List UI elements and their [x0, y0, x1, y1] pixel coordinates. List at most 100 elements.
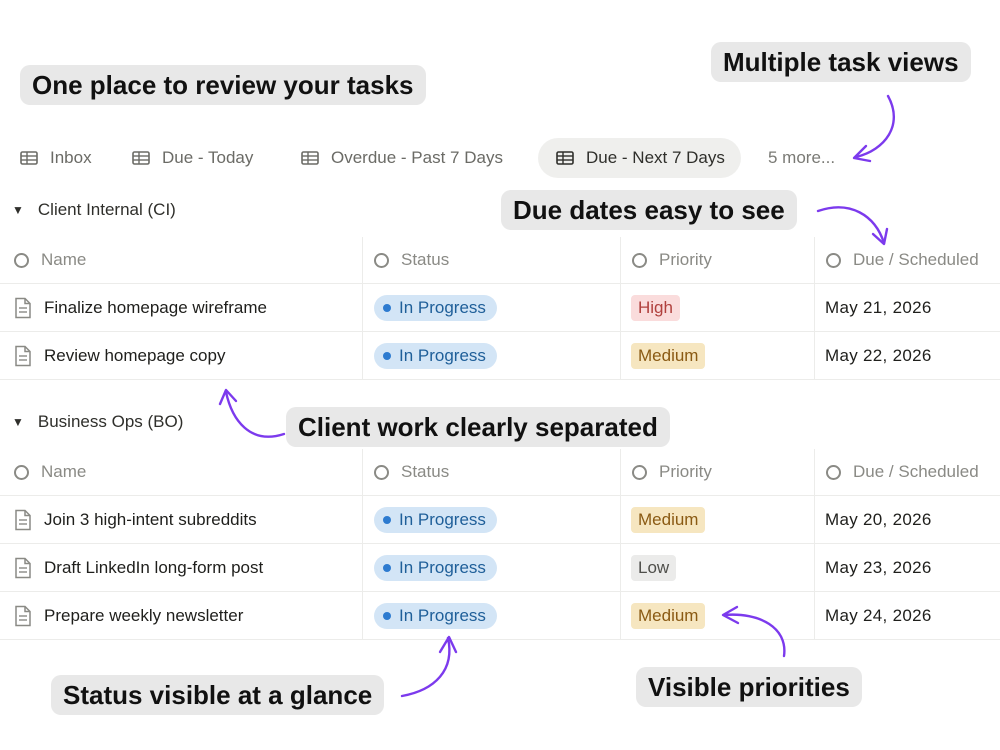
- status-cell[interactable]: In Progress: [362, 592, 621, 639]
- task-name: Prepare weekly newsletter: [44, 605, 244, 625]
- callout-due-dates: Due dates easy to see: [501, 190, 797, 230]
- due-date: May 23, 2026: [825, 557, 932, 577]
- arrow-client-head: [218, 388, 238, 406]
- column-label: Priority: [659, 250, 712, 269]
- status-label: In Progress: [399, 297, 486, 317]
- property-circle-icon: [632, 464, 647, 480]
- priority-cell[interactable]: High: [620, 284, 815, 331]
- column-header-priority[interactable]: Priority: [620, 237, 815, 283]
- status-dot-icon: [383, 303, 391, 312]
- column-label: Priority: [659, 462, 712, 481]
- tab-overdue[interactable]: Overdue - Past 7 Days: [301, 138, 503, 178]
- tab-label: Overdue - Past 7 Days: [331, 148, 503, 167]
- priority-badge: Medium: [631, 602, 706, 629]
- tab-label: Due - Next 7 Days: [586, 148, 725, 167]
- task-name-cell[interactable]: Review homepage copy: [0, 332, 363, 379]
- status-badge: In Progress: [374, 554, 497, 581]
- tab-inbox[interactable]: Inbox: [20, 138, 92, 178]
- due-cell[interactable]: May 23, 2026: [814, 544, 1000, 591]
- status-dot-icon: [383, 563, 391, 572]
- priority-cell[interactable]: Medium: [620, 332, 815, 379]
- column-header-due[interactable]: Due / Scheduled: [814, 449, 1000, 495]
- status-cell[interactable]: In Progress: [362, 496, 621, 543]
- priority-badge: Low: [631, 554, 677, 581]
- table-icon: [556, 151, 574, 165]
- page-icon: [14, 605, 32, 627]
- table-icon: [20, 151, 38, 165]
- status-badge: In Progress: [374, 342, 497, 369]
- callout-priorities: Visible priorities: [636, 667, 862, 707]
- table-header-row: Name Status Priority Due / Scheduled: [0, 449, 1000, 496]
- due-date: May 20, 2026: [825, 509, 932, 529]
- group-header-client-internal[interactable]: ▼ Client Internal (CI): [12, 200, 176, 220]
- page-icon: [14, 297, 32, 319]
- table-row[interactable]: Prepare weekly newsletter In Progress Me…: [0, 592, 1000, 640]
- tab-label: Inbox: [50, 148, 92, 167]
- priority-badge: High: [631, 294, 680, 321]
- task-name: Draft LinkedIn long-form post: [44, 557, 264, 577]
- task-name-cell[interactable]: Join 3 high-intent subreddits: [0, 496, 363, 543]
- property-circle-icon: [632, 252, 647, 268]
- table-row[interactable]: Finalize homepage wireframe In Progress …: [0, 284, 1000, 332]
- status-cell[interactable]: In Progress: [362, 284, 621, 331]
- status-cell[interactable]: In Progress: [362, 544, 621, 591]
- column-header-status[interactable]: Status: [362, 449, 621, 495]
- status-label: In Progress: [399, 557, 486, 577]
- column-header-name[interactable]: Name: [0, 449, 363, 495]
- column-header-due[interactable]: Due / Scheduled: [814, 237, 1000, 283]
- more-views-link[interactable]: 5 more...: [768, 148, 835, 168]
- property-circle-icon: [14, 252, 29, 268]
- due-cell[interactable]: May 21, 2026: [814, 284, 1000, 331]
- callout-review: One place to review your tasks: [20, 65, 426, 105]
- collapse-triangle-icon[interactable]: ▼: [12, 203, 24, 217]
- property-circle-icon: [374, 464, 389, 480]
- property-circle-icon: [14, 464, 29, 480]
- arrow-client: [224, 390, 286, 438]
- arrow-views-head: [852, 144, 872, 163]
- priority-badge: Medium: [631, 506, 706, 533]
- table-row[interactable]: Review homepage copy In Progress Medium …: [0, 332, 1000, 380]
- property-circle-icon: [374, 252, 389, 268]
- column-label: Status: [401, 250, 450, 269]
- due-cell[interactable]: May 20, 2026: [814, 496, 1000, 543]
- column-header-status[interactable]: Status: [362, 237, 621, 283]
- due-cell[interactable]: May 24, 2026: [814, 592, 1000, 639]
- tab-due-next-7-days[interactable]: Due - Next 7 Days: [538, 138, 741, 178]
- callout-views: Multiple task views: [711, 42, 971, 82]
- page-icon: [14, 345, 32, 367]
- task-name-cell[interactable]: Finalize homepage wireframe: [0, 284, 363, 331]
- status-dot-icon: [383, 611, 391, 620]
- property-circle-icon: [826, 464, 841, 480]
- column-label: Name: [41, 462, 87, 481]
- arrow-status: [400, 636, 451, 698]
- due-date: May 22, 2026: [825, 345, 932, 365]
- task-table-client-internal: Name Status Priority Due / Scheduled Fin…: [0, 237, 1000, 380]
- priority-cell[interactable]: Medium: [620, 592, 815, 639]
- column-header-name[interactable]: Name: [0, 237, 363, 283]
- tab-due-today[interactable]: Due - Today: [132, 138, 253, 178]
- page-icon: [14, 509, 32, 531]
- callout-client-work: Client work clearly separated: [286, 407, 670, 447]
- priority-cell[interactable]: Medium: [620, 496, 815, 543]
- status-cell[interactable]: In Progress: [362, 332, 621, 379]
- table-row[interactable]: Join 3 high-intent subreddits In Progres…: [0, 496, 1000, 544]
- group-title: Business Ops (BO): [37, 412, 184, 431]
- group-header-business-ops[interactable]: ▼ Business Ops (BO): [12, 412, 183, 432]
- priority-cell[interactable]: Low: [620, 544, 815, 591]
- due-cell[interactable]: May 22, 2026: [814, 332, 1000, 379]
- table-row[interactable]: Draft LinkedIn long-form post In Progres…: [0, 544, 1000, 592]
- table-header-row: Name Status Priority Due / Scheduled: [0, 237, 1000, 284]
- property-circle-icon: [826, 252, 841, 268]
- task-name-cell[interactable]: Prepare weekly newsletter: [0, 592, 363, 639]
- column-header-priority[interactable]: Priority: [620, 449, 815, 495]
- task-name: Join 3 high-intent subreddits: [44, 509, 257, 529]
- collapse-triangle-icon[interactable]: ▼: [12, 415, 24, 429]
- status-label: In Progress: [399, 345, 486, 365]
- task-name-cell[interactable]: Draft LinkedIn long-form post: [0, 544, 363, 591]
- status-label: In Progress: [399, 509, 486, 529]
- due-date: May 21, 2026: [825, 297, 932, 317]
- priority-badge: Medium: [631, 342, 706, 369]
- task-table-business-ops: Name Status Priority Due / Scheduled Joi…: [0, 449, 1000, 640]
- due-date: May 24, 2026: [825, 605, 932, 625]
- table-icon: [132, 151, 150, 165]
